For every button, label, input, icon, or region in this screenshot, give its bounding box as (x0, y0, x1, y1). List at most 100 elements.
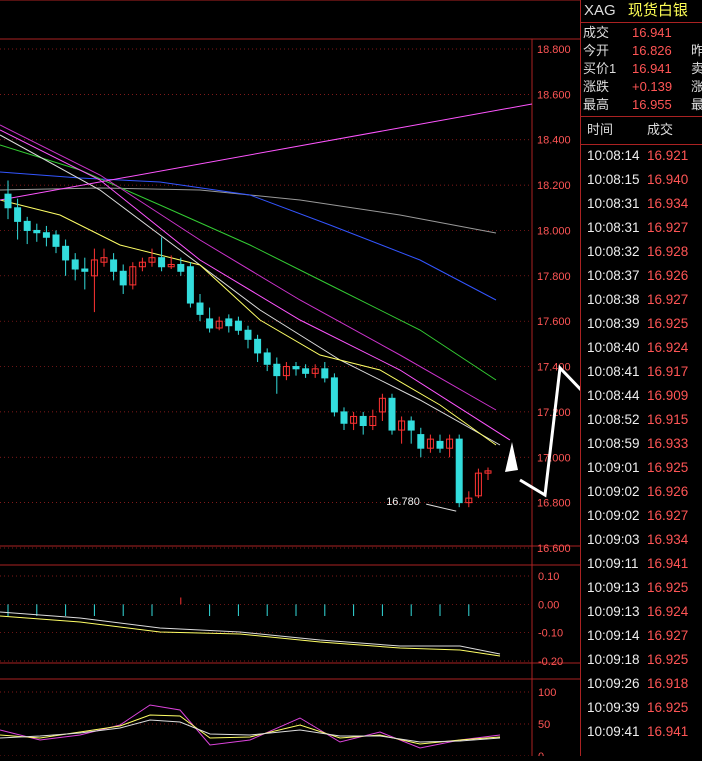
quote-label: 涨跌 (583, 79, 610, 94)
tick-time: 10:08:31 (587, 220, 640, 235)
candle-body (62, 245, 70, 261)
ma-line-pink (0, 129, 511, 441)
quote-value: 16.955 (632, 97, 672, 112)
tick-price: 16.917 (647, 364, 689, 379)
tick-row[interactable]: 10:09:39 16.925 (581, 696, 702, 720)
tick-price: 16.909 (647, 388, 689, 403)
quote-extra-label: 涨 (691, 79, 702, 94)
tick-row[interactable]: 10:08:44 16.909 (581, 384, 702, 408)
tick-row[interactable]: 10:09:18 16.925 (581, 648, 702, 672)
tick-row[interactable]: 10:08:59 16.933 (581, 432, 702, 456)
tick-price: 16.927 (647, 292, 689, 307)
tick-row[interactable]: 10:08:15 16.940 (581, 168, 702, 192)
price-tick-label: 18.800 (537, 44, 571, 56)
tick-time: 10:08:39 (587, 316, 640, 331)
candle-body (407, 420, 415, 431)
tick-row[interactable]: 10:09:02 16.926 (581, 480, 702, 504)
quote-row: 最高 16.955 最 (581, 96, 702, 113)
tick-time: 10:09:11 (587, 556, 639, 571)
ticks-header-price: 成交 (647, 122, 674, 137)
tick-row[interactable]: 10:08:31 16.934 (581, 192, 702, 216)
tick-time: 10:08:37 (587, 268, 640, 283)
candle-body (23, 220, 31, 231)
tick-row[interactable]: 10:08:39 16.925 (581, 312, 702, 336)
candle-body (417, 434, 425, 449)
tick-row[interactable]: 10:09:11 16.941 (581, 552, 702, 576)
candle-body (110, 259, 118, 272)
candle-body (254, 338, 262, 354)
candle-body (186, 266, 194, 304)
candle-body (340, 411, 348, 424)
tick-price: 16.934 (647, 196, 689, 211)
candle-body (158, 257, 166, 268)
kline-chart-panel[interactable]: 18.800 18.600 18.400 18.200 18.000 17.800 17.6… (0, 0, 702, 761)
candle-body (244, 329, 252, 340)
tick-row[interactable]: 10:09:01 16.925 (581, 456, 702, 480)
tick-price: 16.927 (647, 508, 689, 523)
tick-price: 16.925 (647, 580, 689, 595)
symbol-header: XAG 现货白银 (581, 0, 702, 23)
quote-row: 涨跌 +0.139 涨 (581, 78, 702, 95)
low-marker-label: 16.780 (386, 496, 420, 508)
tick-row[interactable]: 10:09:26 16.918 (581, 672, 702, 696)
candle-body (273, 363, 281, 377)
tick-price: 16.924 (647, 604, 689, 619)
ticks-header: 时间 成交 (581, 116, 702, 145)
tick-price: 16.933 (647, 436, 689, 451)
tick-row[interactable]: 10:08:31 16.927 (581, 216, 702, 240)
tick-price: 16.925 (647, 700, 689, 715)
candle-body (206, 318, 214, 329)
tick-row[interactable]: 10:08:37 16.926 (581, 264, 702, 288)
tick-time: 10:08:44 (587, 388, 640, 403)
quote-label: 成交 (583, 25, 610, 40)
candle-body (359, 415, 367, 427)
tick-time: 10:08:40 (587, 340, 640, 355)
candle-body (4, 193, 12, 209)
price-tick-label: 18.400 (537, 135, 571, 147)
candle-body (42, 232, 50, 238)
tick-row[interactable]: 10:09:14 16.927 (581, 624, 702, 648)
candle-body (436, 440, 444, 449)
tick-row[interactable]: 10:08:41 16.917 (581, 360, 702, 384)
tick-row[interactable]: 10:09:13 16.925 (581, 576, 702, 600)
tick-time: 10:09:13 (587, 580, 640, 595)
tick-row[interactable]: 10:08:38 16.927 (581, 288, 702, 312)
candle-body (234, 320, 242, 331)
tick-time: 10:08:31 (587, 196, 640, 211)
tick-price: 16.915 (647, 412, 689, 427)
candle-body (52, 234, 60, 247)
tick-row[interactable]: 10:09:41 16.941 (581, 720, 702, 744)
quote-value: 16.941 (632, 61, 672, 76)
tick-price: 16.928 (647, 244, 689, 259)
tick-time: 10:08:52 (587, 412, 640, 427)
macd-tick-label: -0.20 (538, 656, 563, 668)
ma-line-yellow (0, 199, 497, 446)
tick-row[interactable]: 10:08:32 16.928 (581, 240, 702, 264)
macd-dea-line (0, 615, 501, 657)
macd-tick-label: 0.00 (538, 599, 559, 611)
tick-row[interactable]: 10:08:52 16.915 (581, 408, 702, 432)
tick-row[interactable]: 10:09:13 16.924 (581, 600, 702, 624)
tick-row[interactable]: 10:09:03 16.934 (581, 528, 702, 552)
tick-price: 16.927 (647, 220, 689, 235)
tick-time: 10:08:38 (587, 292, 640, 307)
kline-chart[interactable]: 18.800 18.600 18.400 18.200 18.000 17.800 17.6… (0, 0, 702, 761)
tick-time: 10:09:14 (587, 628, 640, 643)
tick-time: 10:09:02 (587, 508, 640, 523)
candle-body (330, 377, 338, 413)
candle-body (14, 207, 22, 222)
quote-extra-label: 卖 (691, 61, 702, 76)
tick-price: 16.927 (647, 628, 689, 643)
candle-body (455, 438, 463, 504)
tick-row[interactable]: 10:09:02 16.927 (581, 504, 702, 528)
quote-row: 今开 16.826 昨 (581, 42, 702, 59)
tick-time: 10:09:13 (587, 604, 640, 619)
tick-row[interactable]: 10:08:40 16.924 (581, 336, 702, 360)
quote-label: 最高 (583, 97, 610, 112)
candle-body (302, 368, 310, 374)
tick-row[interactable]: 10:08:14 16.921 (581, 144, 702, 168)
tick-time: 10:09:03 (587, 532, 640, 547)
tick-price: 16.934 (647, 532, 689, 547)
candle-body (119, 270, 127, 286)
tick-time: 10:09:18 (587, 652, 640, 667)
